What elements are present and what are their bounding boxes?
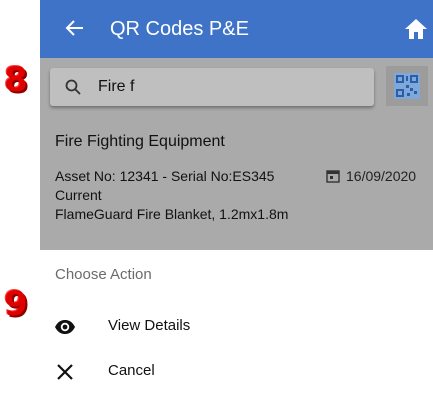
annotation-step-9: 9	[4, 284, 28, 324]
sheet-title: Choose Action	[55, 266, 152, 283]
phone-screen: QR Codes P&E Fire f Fire Fighting Equipm…	[40, 0, 433, 398]
home-button[interactable]	[403, 16, 429, 42]
qr-scan-button[interactable]	[386, 66, 428, 106]
qr-code-icon	[394, 73, 420, 99]
view-details-action[interactable]: View Details	[40, 306, 433, 346]
dimmed-content: Fire f Fire Fighting Equipment Asset No:…	[40, 58, 433, 250]
status-text: Current	[55, 187, 102, 203]
search-icon	[65, 79, 81, 95]
app-bar: QR Codes P&E	[40, 0, 433, 58]
date-field: 16/09/2020	[326, 168, 416, 184]
search-input[interactable]: Fire f	[98, 78, 134, 96]
search-bar[interactable]: Fire f	[50, 68, 374, 106]
view-details-label: View Details	[108, 317, 191, 334]
date-text: 16/09/2020	[346, 168, 417, 184]
back-button[interactable]	[60, 13, 90, 43]
eye-icon	[55, 320, 75, 334]
close-icon	[57, 364, 73, 380]
annotation-step-8: 8	[4, 60, 28, 100]
calendar-icon	[326, 170, 340, 183]
arrow-left-icon	[65, 20, 83, 36]
item-title: Fire Fighting Equipment	[55, 133, 225, 150]
cancel-action[interactable]: Cancel	[40, 351, 433, 391]
item-description: FlameGuard Fire Blanket, 1.2mx1.8m	[55, 206, 289, 222]
home-icon	[405, 19, 427, 39]
cancel-label: Cancel	[108, 362, 155, 379]
app-title: QR Codes P&E	[110, 18, 249, 40]
asset-serial-text: Asset No: 12341 - Serial No:ES345	[55, 168, 275, 184]
action-sheet: Choose Action View Details Cancel	[40, 250, 433, 398]
